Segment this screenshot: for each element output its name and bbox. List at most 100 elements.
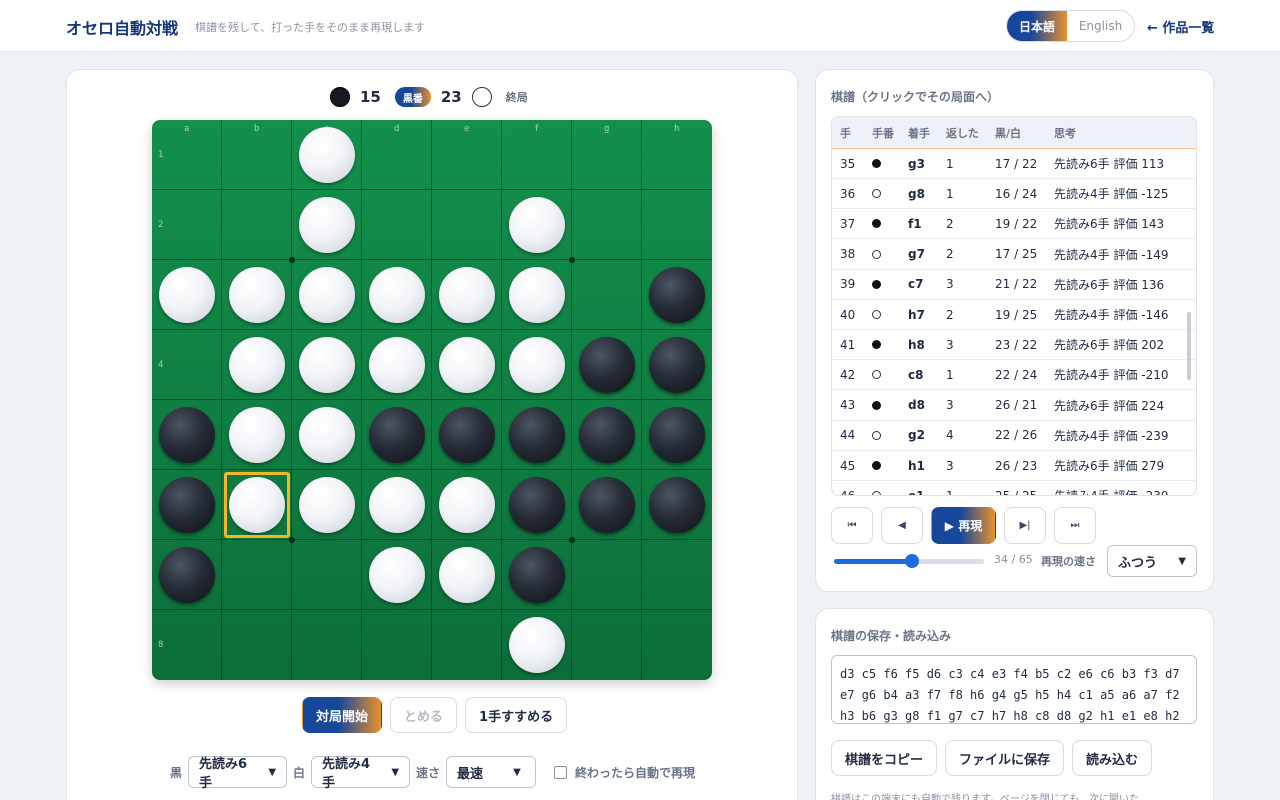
replay-speed-label: 再現の速さ	[1041, 555, 1096, 568]
board-cell-h8[interactable]	[642, 610, 712, 680]
kifu-row[interactable]: 37 f1 2 19 / 22 先読み6手 評価 143	[832, 209, 1196, 240]
kifu-think: 先読み6手 評価 202	[1054, 338, 1165, 353]
save-file-button[interactable]: ファイルに保存	[945, 740, 1065, 776]
black-piece	[649, 407, 705, 463]
replay-speed-value: ふつう	[1118, 555, 1158, 571]
black-piece	[649, 337, 705, 393]
kifu-row[interactable]: 45 h1 3 26 / 23 先読み6手 評価 279	[832, 451, 1196, 481]
start-game-button[interactable]: 対局開始	[302, 697, 383, 733]
kifu-think: 先読み4手 評価 -146	[1054, 308, 1169, 322]
replay-speed-select[interactable]: ふつう ▼	[1107, 545, 1197, 577]
white-dot-icon	[872, 310, 881, 319]
copy-kifu-button[interactable]: 棋譜をコピー	[831, 740, 938, 776]
kifu-side	[872, 179, 881, 208]
kifu-side	[872, 209, 881, 238]
speed-select[interactable]: 最速 ▼	[446, 756, 537, 788]
kifu-think: 先読み6手 評価 143	[1054, 217, 1165, 232]
next-move-button[interactable]: ▶|	[1004, 507, 1046, 544]
kifu-score: 17 / 22	[995, 156, 1038, 171]
column-label: g	[604, 124, 610, 134]
board-cell-h2[interactable]	[642, 190, 712, 260]
last-move-button[interactable]: ⏭	[1054, 507, 1096, 544]
board-cell-g2[interactable]	[572, 190, 642, 260]
board-cell-g8[interactable]	[572, 610, 642, 680]
kifu-flips: 2	[946, 216, 954, 231]
white-piece	[299, 127, 355, 183]
first-move-button[interactable]: ⏮	[831, 507, 873, 544]
board-cell-h7[interactable]	[642, 540, 712, 610]
board-cell-d8[interactable]	[362, 610, 432, 680]
kifu-row[interactable]: 46 e1 1 25 / 25 先読み4手 評価 -239	[832, 481, 1196, 495]
board-cell-g7[interactable]	[572, 540, 642, 610]
kifu-textarea[interactable]: d3 c5 f6 f5 d6 c3 c4 e3 f4 b5 c2 e6 c6 b…	[831, 655, 1197, 724]
white-piece	[229, 337, 285, 393]
auto-replay-checkbox[interactable]	[554, 765, 568, 779]
skip-last-icon: ⏭	[1070, 520, 1080, 531]
white-piece	[369, 337, 425, 393]
board-cell-c7[interactable]	[292, 540, 362, 610]
kifu-row[interactable]: 40 h7 2 19 / 25 先読み4手 評価 -146	[832, 300, 1196, 330]
kifu-flips: 3	[946, 458, 954, 473]
board-cell-g3[interactable]	[572, 260, 642, 330]
kifu-move-number: 39	[840, 277, 856, 292]
board-cell-c8[interactable]	[292, 610, 362, 680]
prev-move-button[interactable]: ◀	[881, 507, 923, 544]
white-player-value: 先読み4手	[322, 757, 371, 791]
kifu-move: g8	[908, 186, 925, 201]
scoreboard: 15 黒番 23 終局	[330, 86, 528, 108]
stop-button[interactable]: とめる	[390, 697, 458, 733]
back-to-works-link[interactable]: ← 作品一覧	[1147, 17, 1214, 36]
white-dot-icon	[872, 430, 881, 440]
kifu-row[interactable]: 35 g3 1 17 / 22 先読み6手 評価 113	[832, 149, 1196, 179]
column-label: c	[324, 124, 330, 134]
white-piece	[439, 337, 495, 393]
kifu-score: 19 / 22	[995, 216, 1038, 231]
board-cell-b2[interactable]	[222, 190, 292, 260]
slider-knob[interactable]	[905, 554, 920, 568]
column-label: h	[674, 124, 680, 134]
white-dot-icon	[872, 249, 881, 259]
kifu-row[interactable]: 36 g8 1 16 / 24 先読み4手 評価 -125	[832, 179, 1196, 210]
board-cell-e8[interactable]	[432, 610, 502, 680]
step-button[interactable]: 1手すすめる	[465, 697, 568, 733]
kifu-side	[872, 360, 881, 389]
column-label: b	[254, 124, 260, 134]
kifu-row[interactable]: 39 c7 3 21 / 22 先読み6手 評価 136	[832, 270, 1196, 300]
turn-badge: 黒番	[394, 87, 431, 107]
kifu-table-header: 手 手番 着手 返した 黒/白 思考	[832, 117, 1196, 149]
kifu-row[interactable]: 38 g7 2 17 / 25 先読み4手 評価 -149	[832, 240, 1196, 270]
kifu-row[interactable]: 42 c8 1 22 / 24 先読み4手 評価 -210	[832, 360, 1196, 391]
lang-en-button[interactable]: English	[1067, 11, 1134, 41]
black-player-select[interactable]: 先読み6手 ▼	[188, 756, 288, 791]
kifu-row[interactable]: 41 h8 3 23 / 22 先読み6手 評価 202	[832, 330, 1196, 361]
kifu-side	[872, 451, 881, 480]
col-header-think: 思考	[1054, 126, 1076, 140]
white-player-select[interactable]: 先読み4手 ▼	[311, 756, 411, 791]
board-cell-e2[interactable]	[432, 190, 502, 260]
kifu-flips: 2	[946, 307, 954, 322]
kifu-score: 26 / 23	[995, 458, 1038, 473]
board-cell-b7[interactable]	[222, 540, 292, 610]
lang-ja-button[interactable]: 日本語	[1007, 11, 1068, 41]
white-piece	[299, 477, 355, 533]
kifu-row[interactable]: 43 d8 3 26 / 21 先読み6手 評価 224	[832, 391, 1196, 421]
black-piece	[159, 477, 215, 533]
board-cell-d2[interactable]	[362, 190, 432, 260]
replay-slider[interactable]	[834, 554, 984, 568]
kifu-score: 21 / 22	[995, 277, 1038, 292]
kifu-row[interactable]: 44 g2 4 22 / 26 先読み4手 評価 -239	[832, 421, 1196, 451]
board-cell-b8[interactable]	[222, 610, 292, 680]
kifu-move-number: 38	[840, 247, 856, 262]
othello-board[interactable]: a b c d e f g h 1 2 4 8	[152, 120, 712, 680]
black-piece	[579, 337, 635, 393]
white-piece	[369, 547, 425, 603]
load-kifu-button[interactable]: 読み込む	[1072, 740, 1153, 776]
replay-button[interactable]: ▶ 再現	[931, 507, 996, 544]
white-piece	[299, 197, 355, 253]
kifu-move-number: 40	[840, 307, 856, 322]
kifu-scrollbar[interactable]	[1187, 312, 1191, 380]
black-dot-icon	[872, 340, 881, 350]
kifu-side	[872, 330, 881, 359]
kifu-move: c8	[908, 367, 924, 382]
column-label: d	[394, 124, 400, 134]
